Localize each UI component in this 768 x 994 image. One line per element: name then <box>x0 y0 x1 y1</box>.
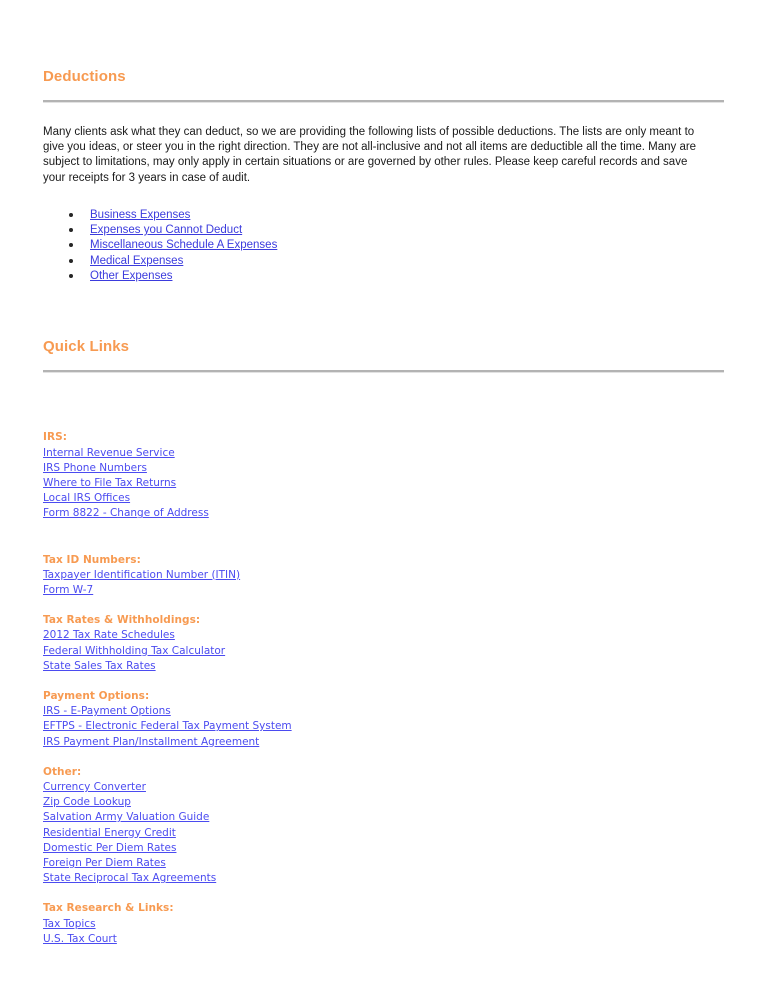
quick-links-group-title: Other: <box>43 765 82 778</box>
quick-link[interactable]: State Reciprocal Tax Agreements <box>43 871 216 886</box>
bullet-icon <box>69 274 73 278</box>
quick-link[interactable]: Tax Topics <box>43 917 96 932</box>
quick-link[interactable]: Residential Energy Credit <box>43 826 176 841</box>
deductions-link-list: Business Expenses Expenses you Cannot Ded… <box>43 208 725 284</box>
quick-links-heading: Quick Links <box>43 338 130 356</box>
quick-links-group: IRS: Internal Revenue Service IRS Phone Nu… <box>43 430 725 521</box>
quick-link[interactable]: Local IRS Offices <box>43 491 130 506</box>
bullet-icon <box>69 258 73 263</box>
quick-link[interactable]: IRS Payment Plan/Installment Agreement <box>43 735 259 750</box>
deduction-link[interactable]: Miscellaneous Schedule A Expenses <box>90 239 277 251</box>
list-item: Business Expenses <box>43 208 725 223</box>
heading-rule-spacer <box>43 86 725 100</box>
quick-link[interactable]: Salvation Army Valuation Guide <box>43 810 209 825</box>
ql-rule-groups-spacer <box>43 373 725 430</box>
top-spacer <box>43 0 725 68</box>
deductions-section: Deductions Many clients ask what they ca… <box>43 68 725 284</box>
quick-link[interactable]: IRS - E-Payment Options <box>43 704 171 719</box>
deduction-link[interactable]: Medical Expenses <box>90 255 183 267</box>
quick-link[interactable]: Taxpayer Identification Number (ITIN) <box>43 568 240 583</box>
quick-links-group: Tax Rates & Withholdings: 2012 Tax Rate S… <box>43 613 725 674</box>
quick-links-group-title: Tax Research & Links: <box>43 902 174 915</box>
quick-links-group: Tax Research & Links: Tax Topics U.S. Tax … <box>43 901 725 947</box>
quick-links-section: Quick Links IRS: Internal Revenue Service… <box>43 338 725 947</box>
deductions-intro-paragraph: Many clients ask what they can deduct, s… <box>43 126 697 184</box>
deduction-link[interactable]: Expenses you Cannot Deduct <box>90 224 242 236</box>
quick-links-group-title: Tax ID Numbers: <box>43 553 141 566</box>
paragraph-list-spacer <box>43 186 725 208</box>
quick-link[interactable]: Form W-7 <box>43 583 93 598</box>
quick-link[interactable]: Where to File Tax Returns <box>43 476 176 491</box>
quick-link[interactable]: 2012 Tax Rate Schedules <box>43 628 175 643</box>
ql-heading-rule-spacer <box>43 356 725 370</box>
list-item: Expenses you Cannot Deduct <box>43 223 725 238</box>
quick-link[interactable]: EFTPS - Electronic Federal Tax Payment S… <box>43 719 292 734</box>
quick-link[interactable]: Federal Withholding Tax Calculator <box>43 644 225 659</box>
quick-link[interactable]: State Sales Tax Rates <box>43 659 156 674</box>
list-item: Miscellaneous Schedule A Expenses <box>43 238 725 253</box>
quick-link[interactable]: Currency Converter <box>43 780 146 795</box>
list-item: Medical Expenses <box>43 254 725 269</box>
bullet-icon <box>69 228 73 233</box>
deductions-heading: Deductions <box>43 68 126 85</box>
quick-links-group-title: Payment Options: <box>43 689 150 702</box>
deduction-link[interactable]: Business Expenses <box>90 209 190 221</box>
quick-link[interactable]: Internal Revenue Service <box>43 446 175 461</box>
quick-link[interactable]: Domestic Per Diem Rates <box>43 841 176 856</box>
quick-link[interactable]: Form 8822 - Change of Address <box>43 506 209 521</box>
quick-links-group-title: Tax Rates & Withholdings: <box>43 614 201 627</box>
page-root: Deductions Many clients ask what they ca… <box>0 0 768 994</box>
quick-link[interactable]: U.S. Tax Court <box>43 932 117 947</box>
sections-spacer <box>43 284 725 338</box>
list-item: Other Expenses <box>43 269 725 284</box>
quick-link[interactable]: IRS Phone Numbers <box>43 461 147 476</box>
rule-paragraph-spacer <box>43 103 725 125</box>
quick-links-group-title: IRS: <box>43 431 67 444</box>
deduction-link[interactable]: Other Expenses <box>90 270 172 282</box>
page-content: Deductions Many clients ask what they ca… <box>43 0 725 947</box>
quick-links-group: Tax ID Numbers: Taxpayer Identification N… <box>43 553 725 599</box>
quick-links-groups: IRS: Internal Revenue Service IRS Phone Nu… <box>43 430 725 947</box>
bullet-icon <box>69 212 73 217</box>
quick-link[interactable]: Zip Code Lookup <box>43 795 131 810</box>
quick-link[interactable]: Foreign Per Diem Rates <box>43 856 166 871</box>
quick-links-group: Other: Currency Converter Zip Code Lookup S… <box>43 765 725 887</box>
bullet-icon <box>69 243 73 248</box>
quick-links-group: Payment Options: IRS - E-Payment Options E… <box>43 689 725 750</box>
